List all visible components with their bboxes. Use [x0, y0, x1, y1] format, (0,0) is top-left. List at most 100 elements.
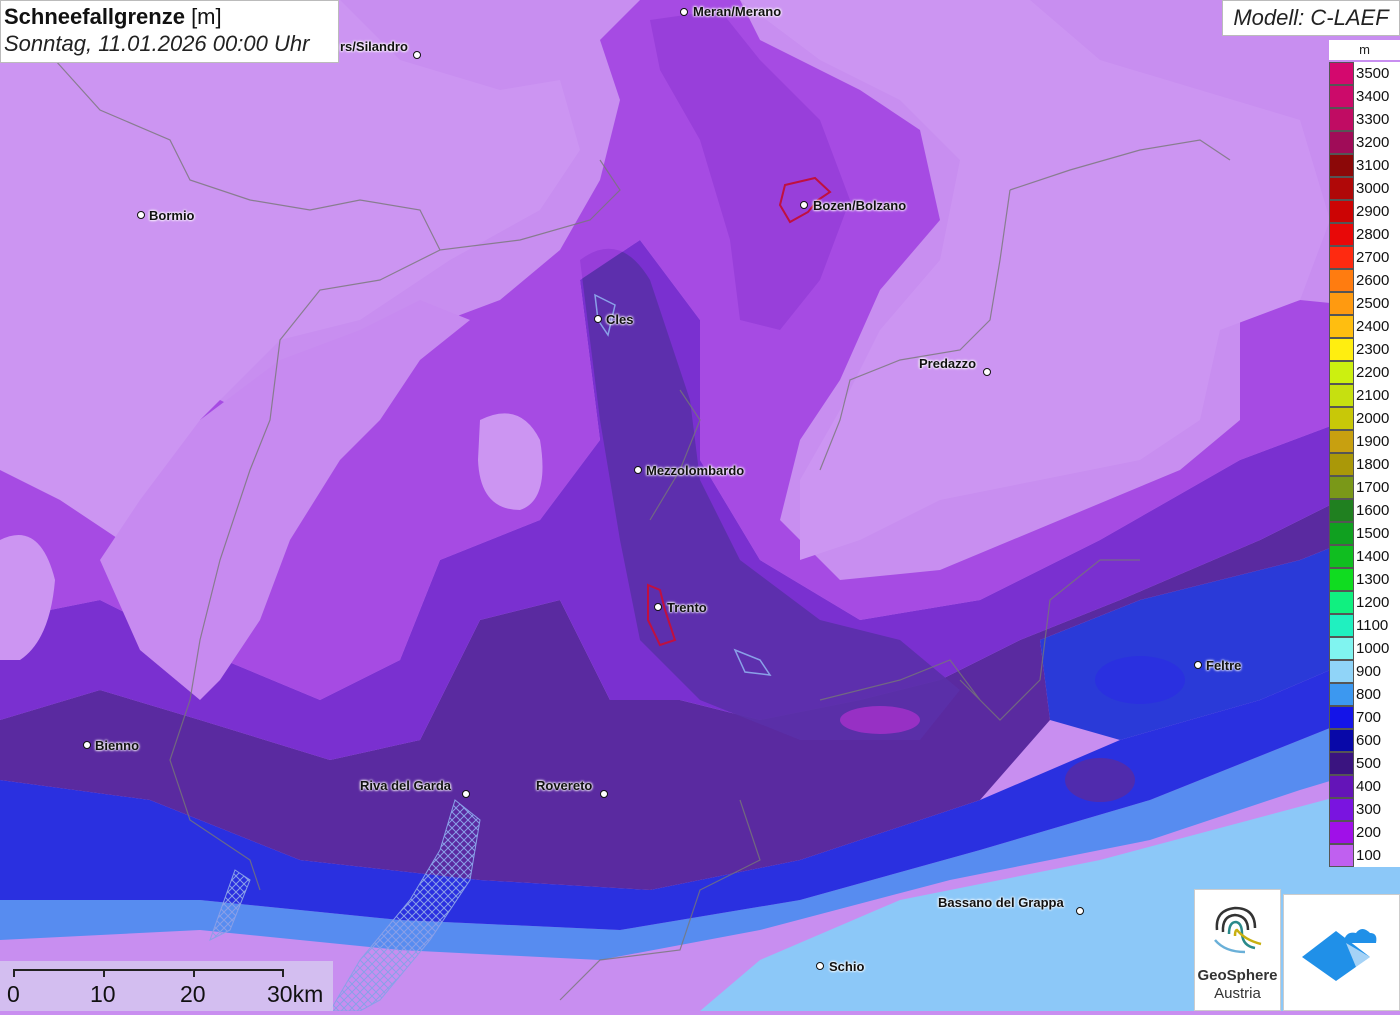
legend-swatch — [1329, 384, 1354, 407]
city-label-cles[interactable]: Cles — [606, 312, 633, 327]
legend-row: 2400 — [1329, 315, 1400, 338]
legend-label: 300 — [1354, 798, 1400, 821]
legend-swatch — [1329, 522, 1354, 545]
legend-label: 3500 — [1354, 62, 1400, 85]
city-label-meran[interactable]: Meran/Merano — [693, 4, 781, 19]
city-label-predazzo[interactable]: Predazzo — [919, 356, 976, 371]
legend-label: 3100 — [1354, 154, 1400, 177]
legend-swatch — [1329, 131, 1354, 154]
map-title: Schneefallgrenze [m] — [4, 4, 222, 29]
scale-tick — [13, 969, 15, 977]
legend-label: 1600 — [1354, 499, 1400, 522]
city-label-bozen[interactable]: Bozen/Bolzano — [813, 198, 906, 213]
legend-row: 1500 — [1329, 522, 1400, 545]
legend-label: 2600 — [1354, 269, 1400, 292]
geosphere-logo[interactable]: GeoSphere Austria — [1194, 889, 1281, 1011]
scale-tick — [193, 969, 195, 977]
city-label-riva[interactable]: Riva del Garda — [360, 778, 451, 793]
city-label-schio[interactable]: Schio — [829, 959, 864, 974]
legend-swatch — [1329, 338, 1354, 361]
city-dot-mezzolombardo — [634, 466, 642, 474]
weather-app-icon — [1302, 929, 1377, 981]
legend-row: 2500 — [1329, 292, 1400, 315]
legend-row: 600 — [1329, 729, 1400, 752]
legend-row: 1600 — [1329, 499, 1400, 522]
legend-swatch — [1329, 476, 1354, 499]
legend-swatch — [1329, 154, 1354, 177]
legend-label: 1700 — [1354, 476, 1400, 499]
app-logo[interactable] — [1283, 894, 1400, 1011]
legend-row: 1800 — [1329, 453, 1400, 476]
legend-label: 3300 — [1354, 108, 1400, 131]
scale-tick — [103, 969, 105, 977]
legend-label: 1800 — [1354, 453, 1400, 476]
city-label-feltre[interactable]: Feltre — [1206, 658, 1241, 673]
legend-row: 900 — [1329, 660, 1400, 683]
legend-row: 1200 — [1329, 591, 1400, 614]
city-label-silandro[interactable]: rs/Silandro — [340, 39, 408, 54]
city-dot-bormio — [137, 211, 145, 219]
legend-label: 200 — [1354, 821, 1400, 844]
city-label-trento[interactable]: Trento — [667, 600, 707, 615]
legend-row: 700 — [1329, 706, 1400, 729]
legend-swatch — [1329, 85, 1354, 108]
legend-row: 1700 — [1329, 476, 1400, 499]
scale-label: 10 — [90, 981, 116, 1007]
legend-row: 300 — [1329, 798, 1400, 821]
geosphere-country: Austria — [1214, 985, 1261, 1002]
city-dot-trento — [654, 603, 662, 611]
city-dot-feltre — [1194, 661, 1202, 669]
geosphere-fingerprint-icon — [1214, 906, 1262, 954]
legend-swatch — [1329, 798, 1354, 821]
legend-swatch — [1329, 200, 1354, 223]
legend-label: 1200 — [1354, 591, 1400, 614]
city-dot-meran — [680, 8, 688, 16]
legend-row: 1900 — [1329, 430, 1400, 453]
legend-label: 400 — [1354, 775, 1400, 798]
legend-row: 500 — [1329, 752, 1400, 775]
legend-label: 1000 — [1354, 637, 1400, 660]
legend-row: 3400 — [1329, 85, 1400, 108]
legend-swatch — [1329, 361, 1354, 384]
scale-label: 30km — [267, 981, 324, 1007]
legend-row: 400 — [1329, 775, 1400, 798]
pink-patch — [840, 706, 920, 734]
city-label-bienno[interactable]: Bienno — [95, 738, 139, 753]
legend-row: 1300 — [1329, 568, 1400, 591]
legend-swatch — [1329, 637, 1354, 660]
legend-label: 100 — [1354, 844, 1400, 867]
legend-row: 1400 — [1329, 545, 1400, 568]
legend-swatch — [1329, 844, 1354, 867]
city-dot-schio — [816, 962, 824, 970]
city-dot-rovereto — [600, 790, 608, 798]
legend-row: 2200 — [1329, 361, 1400, 384]
legend-label: 1300 — [1354, 568, 1400, 591]
city-label-bassano[interactable]: Bassano del Grappa — [938, 895, 1064, 910]
city-label-mezzolombardo[interactable]: Mezzolombardo — [646, 463, 744, 478]
model-label: Modell: C-LAEF — [1222, 0, 1400, 36]
legend-swatch — [1329, 591, 1354, 614]
legend-swatch — [1329, 568, 1354, 591]
title-box: Schneefallgrenze [m] Sonntag, 11.01.2026… — [0, 0, 339, 63]
legend-swatch — [1329, 453, 1354, 476]
snowline-map[interactable] — [0, 0, 1400, 1011]
geosphere-name: GeoSphere — [1197, 967, 1278, 984]
scale-line — [14, 969, 284, 971]
legend-label: 1500 — [1354, 522, 1400, 545]
city-dot-bozen — [800, 201, 808, 209]
city-label-bormio[interactable]: Bormio — [149, 208, 195, 223]
legend-row: 200 — [1329, 821, 1400, 844]
legend-swatch — [1329, 729, 1354, 752]
legend-label: 500 — [1354, 752, 1400, 775]
city-dot-cles — [594, 315, 602, 323]
legend-label: 700 — [1354, 706, 1400, 729]
legend-label: 1400 — [1354, 545, 1400, 568]
legend-swatch — [1329, 292, 1354, 315]
city-dot-riva — [462, 790, 470, 798]
legend-row: 2700 — [1329, 246, 1400, 269]
legend-swatch — [1329, 499, 1354, 522]
city-label-rovereto[interactable]: Rovereto — [536, 778, 592, 793]
legend-swatch — [1329, 706, 1354, 729]
legend-row: 3100 — [1329, 154, 1400, 177]
legend-label: 2200 — [1354, 361, 1400, 384]
